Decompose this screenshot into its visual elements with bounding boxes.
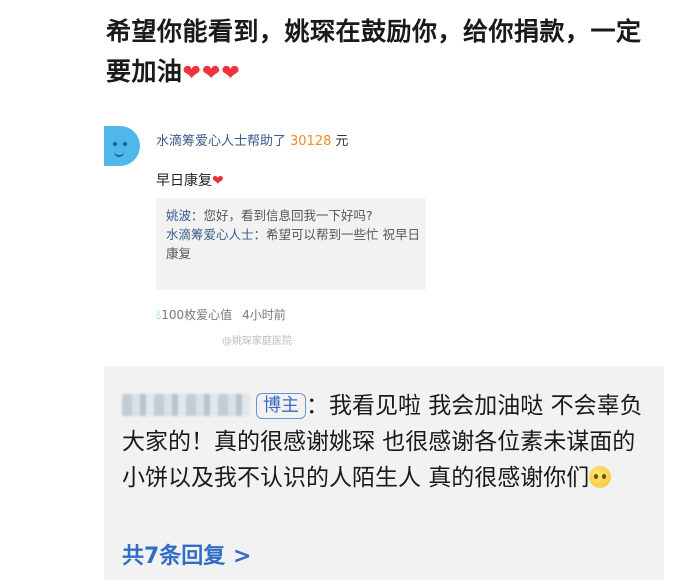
quote-line-2: 水滴筹爱心人士：希望可以帮到一些忙 祝早日康复 bbox=[166, 225, 426, 263]
donation-unit: 元 bbox=[335, 134, 349, 149]
author-badge: 博主 bbox=[256, 393, 306, 419]
quote-text-1: ：您好，看到信息回我一下好吗? bbox=[191, 208, 373, 223]
quote-name-1: 姚波 bbox=[166, 208, 192, 223]
quoted-conversation: 姚波：您好，看到信息回我一下好吗? 水滴筹爱心人士：希望可以帮到一些忙 祝早日康… bbox=[156, 198, 426, 290]
heart-icons: ❤❤❤ bbox=[182, 61, 241, 86]
donation-header: 水滴筹爱心人士帮助了 30128 元 bbox=[156, 130, 348, 149]
donor-avatar-icon bbox=[104, 126, 140, 166]
watermark: @姚琛家庭医院 bbox=[222, 336, 292, 347]
donation-message: 早日康复❤ bbox=[156, 170, 224, 190]
message-text: 早日康复 bbox=[156, 173, 212, 189]
donation-meta: 💧︎100枚爱心值 4小时前 bbox=[156, 306, 286, 323]
donation-action: 帮助了 bbox=[247, 134, 287, 149]
donor-name: 水滴筹爱心人士 bbox=[156, 134, 248, 149]
quote-line-1: 姚波：您好，看到信息回我一下好吗? bbox=[166, 206, 426, 225]
love-count: 100枚爱心值 bbox=[161, 308, 233, 322]
embedded-screenshot: 水滴筹爱心人士帮助了 30128 元 早日康复❤ 姚波：您好，看到信息回我一下好吗?… bbox=[104, 118, 426, 350]
reply-content: 博主 ：我看见啦 我会加油哒 不会辜负大家的！真的很感谢姚琛 也很感谢各位素未谋面… bbox=[122, 388, 658, 496]
view-replies-link[interactable]: 共7条回复 > bbox=[122, 538, 251, 570]
blurred-username[interactable] bbox=[122, 394, 250, 416]
timestamp: 4小时前 bbox=[242, 308, 286, 322]
donation-amount: 30128 bbox=[290, 134, 332, 149]
sad-face-emoji bbox=[589, 466, 612, 488]
quote-name-2: 水滴筹爱心人士 bbox=[166, 227, 254, 242]
heart-icon: ❤ bbox=[212, 173, 224, 189]
post-text: 希望你能看到，姚琛在鼓励你，给你捐款，一定要加油❤❤❤ bbox=[106, 12, 651, 94]
author-reply: 博主 ：我看见啦 我会加油哒 不会辜负大家的！真的很感谢姚琛 也很感谢各位素未谋面… bbox=[104, 366, 664, 580]
